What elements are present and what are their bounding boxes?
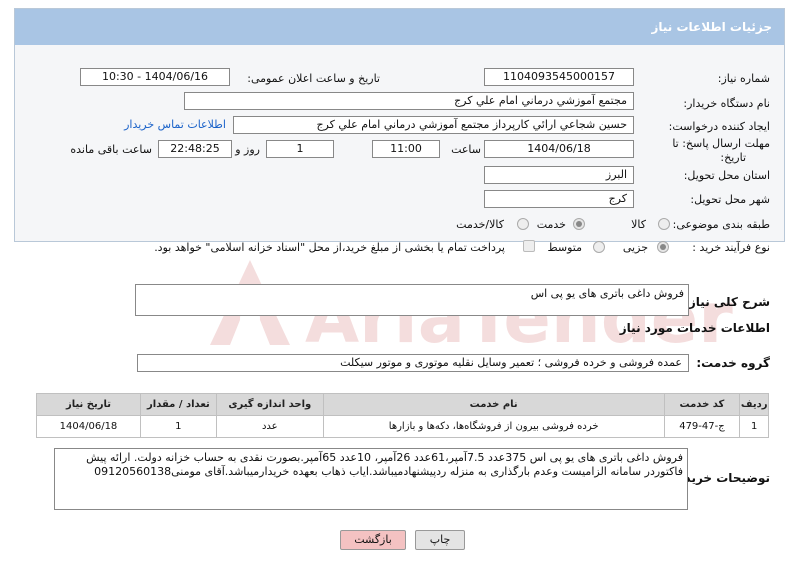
col-name-header: نام خدمت: [322, 393, 665, 416]
category-radio-goods[interactable]: [658, 218, 670, 230]
col-qty-header: تعداد / مقدار: [139, 393, 217, 416]
requester-field: حسين شجاعي ارائي كارپرداز مجتمع آموزشي د…: [233, 116, 634, 134]
services-table: ردیف کد خدمت نام خدمت واحد اندازه گیری ت…: [36, 393, 769, 438]
category-option-service: خدمت: [536, 218, 566, 231]
buyer-org-label: نام دستگاه خریدار:: [683, 97, 770, 110]
services-section-title: اطلاعات خدمات مورد نیاز: [619, 321, 770, 335]
col-date-header: تاریخ نیاز: [36, 393, 141, 416]
need-desc-field: فروش داغی باتری های یو پی اس: [135, 284, 689, 316]
category-option-goods: کالا: [631, 218, 646, 231]
process-radio-medium[interactable]: [593, 241, 605, 253]
process-option-medium: متوسط: [547, 241, 582, 254]
back-button[interactable]: بازگشت: [340, 530, 406, 550]
cell-name: خرده فروشی بیرون از فروشگاه‌ها، دکه‌ها و…: [322, 415, 665, 438]
col-unit-header: واحد اندازه گیری: [215, 393, 324, 416]
need-number-field: 1104093545000157: [484, 68, 634, 86]
process-option-minor: جزیی: [622, 241, 648, 254]
process-radio-minor[interactable]: [657, 241, 669, 253]
requester-label: ایجاد کننده درخواست:: [668, 120, 770, 133]
days-field: 1: [266, 140, 334, 158]
need-number-label: شماره نیاز:: [717, 72, 770, 85]
treasury-payment-checkbox[interactable]: [523, 240, 535, 252]
deadline-label-line1: مهلت ارسال پاسخ: تا: [672, 137, 770, 150]
category-radio-goods-service[interactable]: [517, 218, 529, 230]
remaining-time-label: ساعت باقی مانده: [70, 143, 152, 156]
service-group-label: گروه خدمت:: [696, 356, 770, 370]
table-row: 1 ج-47-479 خرده فروشی بیرون از فروشگاه‌ه…: [36, 415, 769, 438]
service-group-field: عمده فروشی و خرده فروشی ؛ تعمیر وسایل نق…: [137, 354, 689, 372]
announce-label: تاریخ و ساعت اعلان عمومی:: [247, 72, 380, 85]
province-field: البرز: [484, 166, 634, 184]
buyer-org-field: مجتمع آموزشي درماني امام علي كرج: [184, 92, 634, 110]
time-label: ساعت: [451, 143, 481, 156]
city-label: شهر محل تحویل:: [690, 193, 770, 206]
payment-note: پرداخت تمام یا بخشی از مبلغ خرید،از محل …: [154, 241, 505, 254]
buyer-notes-field: فروش داغی باتری های یو پی اس 375عدد 7.5آ…: [54, 448, 688, 510]
cell-row: 1: [739, 415, 769, 438]
province-label: استان محل تحویل:: [683, 169, 770, 182]
days-label: روز و: [235, 143, 260, 156]
contact-info-link[interactable]: اطلاعات تماس خریدار: [124, 118, 226, 131]
cell-qty: 1: [139, 415, 217, 438]
deadline-time-field: 11:00: [372, 140, 440, 158]
cell-code: ج-47-479: [663, 415, 741, 438]
panel-title: جزئیات اطلاعات نیاز: [15, 9, 784, 45]
need-desc-label: شرح کلی نیاز:: [684, 295, 770, 309]
category-radio-service[interactable]: [573, 218, 585, 230]
process-label: نوع فرآیند خرید :: [692, 241, 770, 254]
cell-unit: عدد: [215, 415, 324, 438]
category-option-goods-service: کالا/خدمت: [456, 218, 504, 231]
city-field: کرج: [484, 190, 634, 208]
remaining-time-field: 22:48:25: [158, 140, 232, 158]
col-code-header: کد خدمت: [663, 393, 741, 416]
deadline-label-line2: تاریخ:: [720, 151, 746, 164]
deadline-date-field: 1404/06/18: [484, 140, 634, 158]
table-header-row: ردیف کد خدمت نام خدمت واحد اندازه گیری ت…: [36, 393, 769, 416]
col-row-header: ردیف: [739, 393, 769, 416]
print-button[interactable]: چاپ: [415, 530, 465, 550]
category-label: طبقه بندی موضوعی:: [672, 218, 770, 231]
announce-field: 1404/06/16 - 10:30: [80, 68, 230, 86]
cell-date: 1404/06/18: [36, 415, 141, 438]
